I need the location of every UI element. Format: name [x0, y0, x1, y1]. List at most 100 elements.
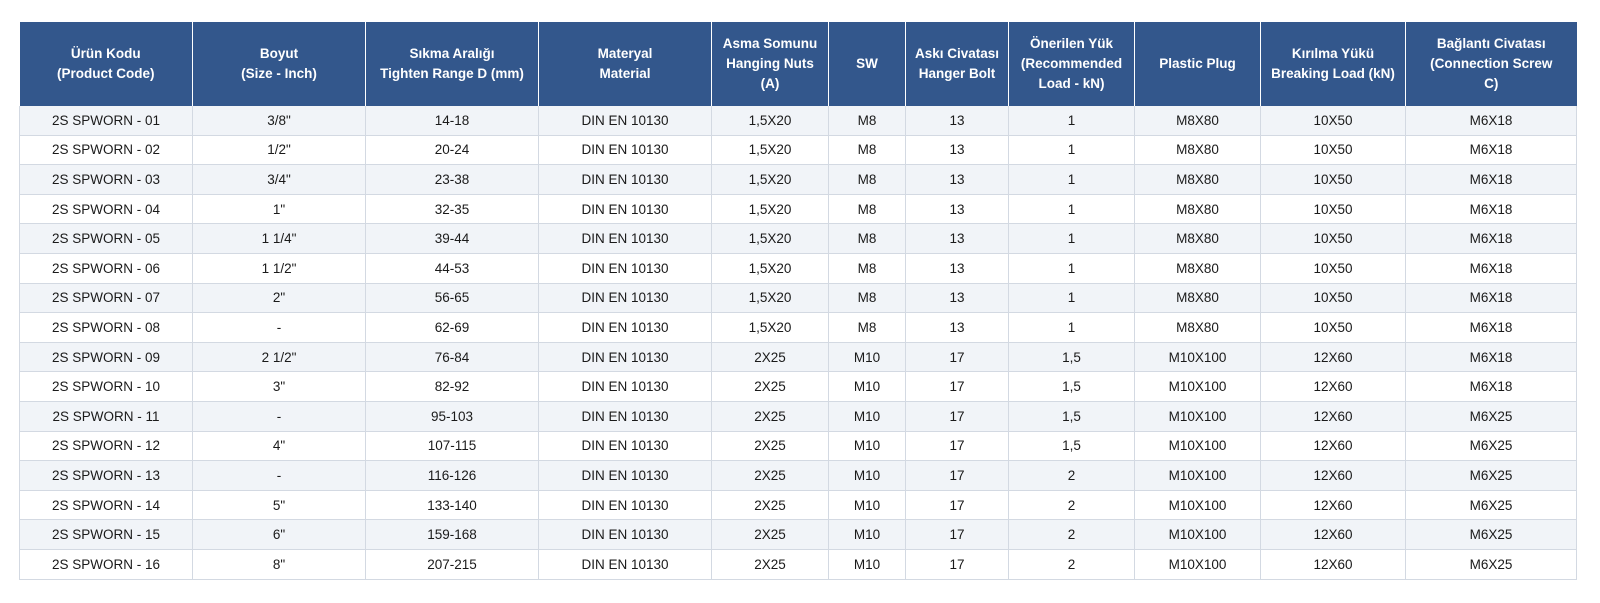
cell-material: DIN EN 10130 [538, 549, 712, 580]
cell-product-code: 2S SPWORN - 13 [19, 460, 193, 491]
cell-tighten-range: 76-84 [365, 342, 539, 373]
cell-hanger-bolt: 13 [905, 253, 1009, 284]
cell-recommended-load: 1 [1008, 194, 1135, 225]
cell-hanging-nuts: 2X25 [711, 342, 829, 373]
cell-hanger-bolt: 13 [905, 312, 1009, 343]
cell-recommended-load: 1 [1008, 283, 1135, 314]
cell-material: DIN EN 10130 [538, 253, 712, 284]
cell-product-code: 2S SPWORN - 07 [19, 283, 193, 314]
cell-material: DIN EN 10130 [538, 490, 712, 521]
cell-breaking-load: 12X60 [1260, 549, 1406, 580]
cell-recommended-load: 1,5 [1008, 431, 1135, 462]
cell-hanging-nuts: 2X25 [711, 519, 829, 550]
cell-size: 1 1/2" [192, 253, 366, 284]
cell-size: - [192, 460, 366, 491]
cell-product-code: 2S SPWORN - 05 [19, 223, 193, 254]
cell-sw: M10 [828, 342, 906, 373]
table-row: 2S SPWORN - 13-116-126 DIN EN 10130 2X25 M1… [19, 460, 1577, 491]
cell-breaking-load: 12X60 [1260, 490, 1406, 521]
cell-hanger-bolt: 17 [905, 490, 1009, 521]
cell-connection-screw: M6X18 [1405, 253, 1577, 284]
cell-plastic-plug: M8X80 [1134, 135, 1261, 166]
cell-recommended-load: 1,5 [1008, 342, 1135, 373]
table-row: 2S SPWORN - 08-62-69 DIN EN 10130 1,5X20 M8… [19, 312, 1577, 343]
cell-recommended-load: 1 [1008, 312, 1135, 343]
cell-hanger-bolt: 17 [905, 371, 1009, 402]
cell-connection-screw: M6X25 [1405, 401, 1577, 432]
cell-hanging-nuts: 2X25 [711, 401, 829, 432]
cell-material: DIN EN 10130 [538, 519, 712, 550]
cell-hanging-nuts: 2X25 [711, 431, 829, 462]
cell-material: DIN EN 10130 [538, 194, 712, 225]
cell-tighten-range: 23-38 [365, 164, 539, 195]
cell-plastic-plug: M10X100 [1134, 371, 1261, 402]
cell-tighten-range: 14-18 [365, 106, 539, 136]
cell-tighten-range: 39-44 [365, 223, 539, 254]
cell-breaking-load: 10X50 [1260, 135, 1406, 166]
cell-plastic-plug: M10X100 [1134, 431, 1261, 462]
cell-breaking-load: 12X60 [1260, 519, 1406, 550]
cell-breaking-load: 10X50 [1260, 164, 1406, 195]
cell-recommended-load: 1 [1008, 106, 1135, 136]
cell-plastic-plug: M10X100 [1134, 490, 1261, 521]
cell-material: DIN EN 10130 [538, 460, 712, 491]
table-row: 2S SPWORN - 16 8" 207-215 DIN EN 10130 2X25 M… [19, 549, 1577, 580]
column-header-tighten-range: Sıkma Aralığı Tighten Range D (mm) [365, 22, 539, 106]
cell-size: 4" [192, 431, 366, 462]
cell-size: 3" [192, 371, 366, 402]
product-spec-table: Ürün Kodu (Product Code) Boyut (Size - I… [19, 22, 1577, 580]
cell-hanging-nuts: 1,5X20 [711, 312, 829, 343]
cell-breaking-load: 12X60 [1260, 460, 1406, 491]
cell-hanging-nuts: 2X25 [711, 460, 829, 491]
cell-connection-screw: M6X25 [1405, 519, 1577, 550]
cell-sw: M8 [828, 164, 906, 195]
cell-hanger-bolt: 17 [905, 549, 1009, 580]
cell-breaking-load: 10X50 [1260, 223, 1406, 254]
cell-sw: M8 [828, 253, 906, 284]
cell-product-code: 2S SPWORN - 12 [19, 431, 193, 462]
cell-hanging-nuts: 1,5X20 [711, 194, 829, 225]
cell-breaking-load: 10X50 [1260, 106, 1406, 136]
cell-tighten-range: 133-140 [365, 490, 539, 521]
cell-sw: M8 [828, 223, 906, 254]
cell-plastic-plug: M8X80 [1134, 253, 1261, 284]
cell-material: DIN EN 10130 [538, 401, 712, 432]
cell-connection-screw: M6X18 [1405, 371, 1577, 402]
cell-size: 1" [192, 194, 366, 225]
cell-product-code: 2S SPWORN - 09 [19, 342, 193, 373]
cell-sw: M8 [828, 283, 906, 314]
cell-tighten-range: 207-215 [365, 549, 539, 580]
cell-product-code: 2S SPWORN - 06 [19, 253, 193, 284]
table-row: 2S SPWORN - 10 3" 82-92 DIN EN 10130 2X25 M10… [19, 371, 1577, 402]
cell-sw: M10 [828, 371, 906, 402]
cell-sw: M10 [828, 401, 906, 432]
cell-hanging-nuts: 1,5X20 [711, 283, 829, 314]
cell-hanger-bolt: 13 [905, 223, 1009, 254]
cell-connection-screw: M6X18 [1405, 135, 1577, 166]
table-row: 2S SPWORN - 04 1" 32-35 DIN EN 10130 1,5X20 M… [19, 194, 1577, 225]
cell-hanger-bolt: 17 [905, 342, 1009, 373]
cell-tighten-range: 62-69 [365, 312, 539, 343]
cell-connection-screw: M6X25 [1405, 431, 1577, 462]
column-header-hanger-bolt: Askı Civatası Hanger Bolt [905, 22, 1009, 106]
cell-tighten-range: 32-35 [365, 194, 539, 225]
cell-sw: M8 [828, 135, 906, 166]
cell-tighten-range: 107-115 [365, 431, 539, 462]
cell-connection-screw: M6X18 [1405, 106, 1577, 136]
cell-size: 3/4" [192, 164, 366, 195]
cell-hanging-nuts: 2X25 [711, 549, 829, 580]
cell-sw: M10 [828, 490, 906, 521]
table-row: 2S SPWORN - 06 1 1/2" 44-53 DIN EN 10130 1,5… [19, 253, 1577, 284]
column-header-recommended-load: Önerilen Yük (Recommended Load - kN) [1008, 22, 1135, 106]
cell-recommended-load: 2 [1008, 460, 1135, 491]
column-header-hanging-nuts: Asma Somunu Hanging Nuts (A) [711, 22, 829, 106]
cell-material: DIN EN 10130 [538, 431, 712, 462]
cell-plastic-plug: M10X100 [1134, 549, 1261, 580]
cell-product-code: 2S SPWORN - 11 [19, 401, 193, 432]
cell-size: 3/8" [192, 106, 366, 136]
table-row: 2S SPWORN - 03 3/4" 23-38 DIN EN 10130 1,5X2… [19, 164, 1577, 195]
table-row: 2S SPWORN - 14 5" 133-140 DIN EN 10130 2X25 M… [19, 490, 1577, 521]
cell-product-code: 2S SPWORN - 16 [19, 549, 193, 580]
header-row: Ürün Kodu (Product Code) Boyut (Size - I… [19, 22, 1577, 106]
cell-product-code: 2S SPWORN - 10 [19, 371, 193, 402]
